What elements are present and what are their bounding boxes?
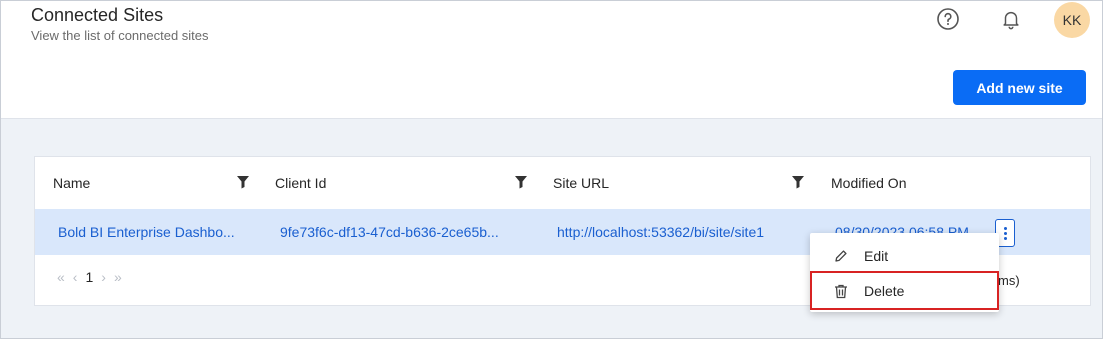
last-page-icon[interactable]: »	[114, 269, 122, 285]
add-new-site-button[interactable]: Add new site	[953, 70, 1086, 105]
delete-menu-item[interactable]: Delete	[810, 271, 999, 310]
next-page-icon[interactable]: ›	[101, 269, 106, 285]
page-number[interactable]: 1	[85, 269, 93, 285]
filter-icon[interactable]	[514, 175, 528, 189]
bell-icon[interactable]	[998, 6, 1024, 32]
pencil-icon	[834, 249, 848, 263]
delete-label: Delete	[864, 282, 905, 299]
prev-page-icon[interactable]: ‹	[73, 269, 78, 285]
column-header-client-id[interactable]: Client Id	[275, 157, 326, 209]
user-avatar[interactable]: KK	[1054, 2, 1090, 38]
column-header-site-url[interactable]: Site URL	[553, 157, 609, 209]
first-page-icon[interactable]: «	[57, 269, 65, 285]
grid-header: Name Client Id Site URL Modified On	[35, 157, 1090, 209]
cell-name[interactable]: Bold BI Enterprise Dashbo...	[58, 209, 258, 255]
app-window: Connected Sites View the list of connect…	[0, 0, 1103, 339]
page-title: Connected Sites	[31, 5, 164, 25]
help-icon[interactable]	[935, 6, 961, 32]
page-subtitle: View the list of connected sites	[31, 28, 209, 43]
cell-site-url[interactable]: http://localhost:53362/bi/site/site1	[557, 209, 807, 255]
edit-menu-item[interactable]: Edit	[810, 237, 999, 275]
trash-icon	[834, 284, 848, 299]
cell-client-id[interactable]: 9fe73f6c-df13-47cd-b636-2ce65b...	[280, 209, 530, 255]
context-menu: Edit Delete	[810, 233, 999, 312]
items-count-text: ms)	[998, 273, 1020, 288]
edit-label: Edit	[864, 248, 889, 264]
filter-icon[interactable]	[791, 175, 805, 189]
page-header: Connected Sites View the list of connect…	[1, 1, 1102, 119]
column-header-modified-on[interactable]: Modified On	[831, 157, 906, 209]
pager: « ‹ 1 › »	[57, 269, 122, 285]
column-header-name[interactable]: Name	[53, 157, 90, 209]
filter-icon[interactable]	[236, 175, 250, 189]
